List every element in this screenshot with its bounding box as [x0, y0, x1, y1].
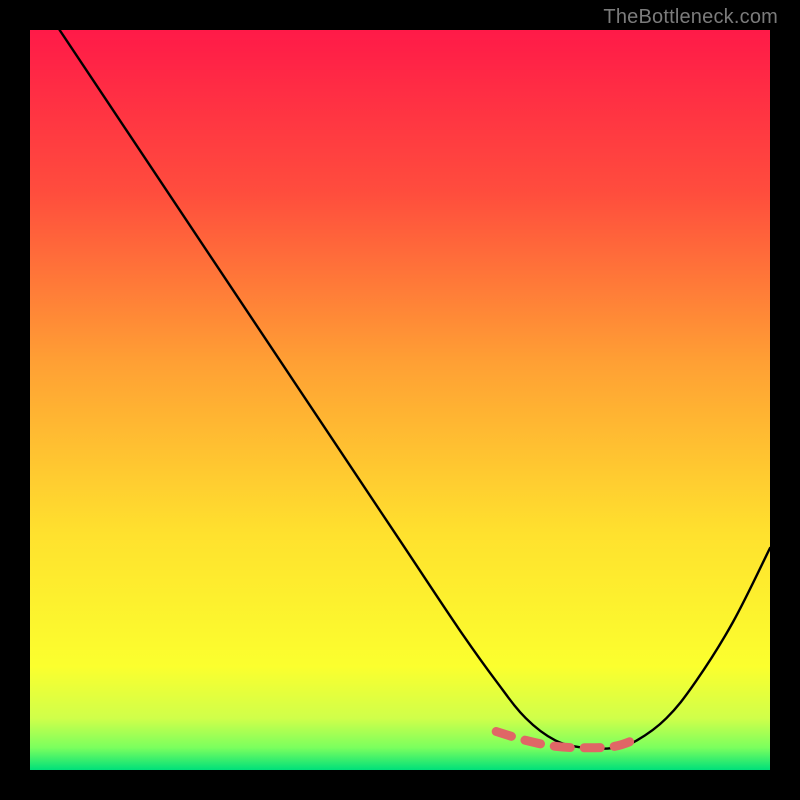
chart-svg: [30, 30, 770, 770]
plot-area: [30, 30, 770, 770]
gradient-background: [30, 30, 770, 770]
chart-root: TheBottleneck.com: [0, 0, 800, 800]
attribution-text: TheBottleneck.com: [603, 6, 778, 29]
